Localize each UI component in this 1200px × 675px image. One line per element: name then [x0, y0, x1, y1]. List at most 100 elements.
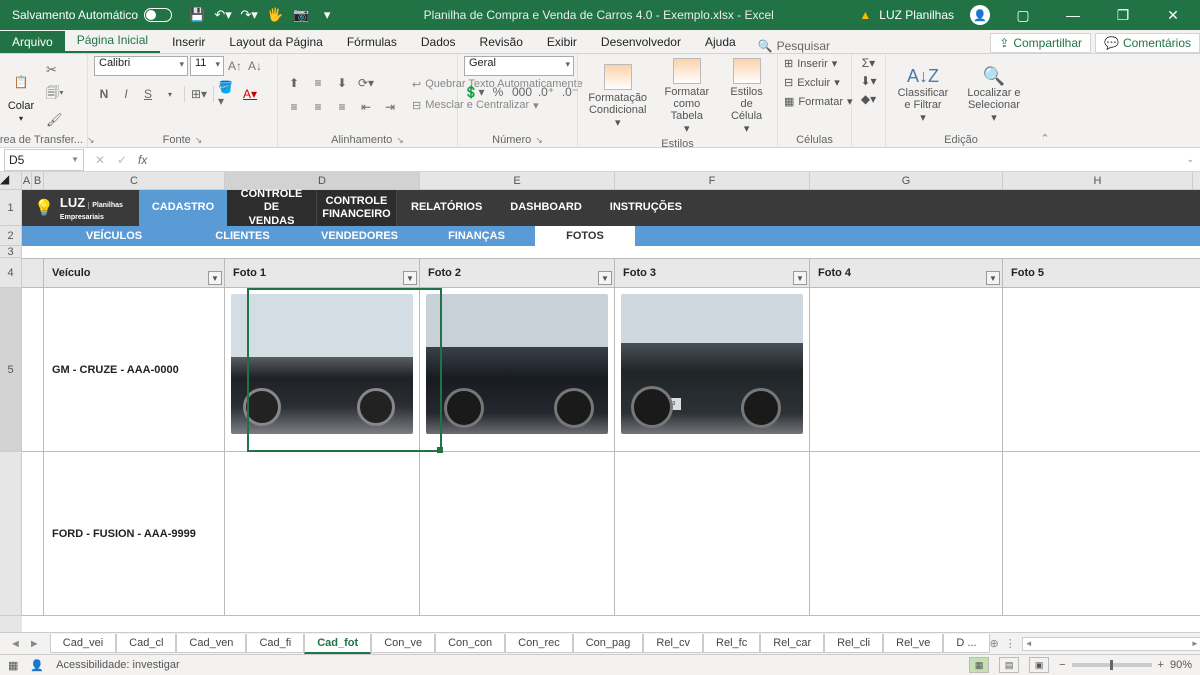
italic-button[interactable]: I — [116, 84, 136, 104]
row-5[interactable]: 5 — [0, 288, 22, 452]
nav-instrucoes[interactable]: INSTRUÇÕES — [596, 190, 696, 226]
row-2[interactable]: 2 — [0, 226, 22, 246]
font-color-icon[interactable]: A▾ — [240, 84, 260, 104]
expand-icon[interactable]: ↘ — [195, 135, 203, 146]
tab-next-icon[interactable]: ► — [29, 638, 40, 650]
underline-button[interactable]: S — [138, 84, 158, 104]
copy-icon[interactable]: 🗐▾ — [46, 84, 64, 106]
tab-data[interactable]: Dados — [409, 31, 468, 53]
decrease-decimal-icon[interactable]: .0⁻ — [560, 82, 580, 102]
avatar-icon[interactable]: 👤 — [970, 5, 990, 25]
autosave-toggle[interactable]: Salvamento Automático — [4, 8, 180, 22]
redo-icon[interactable]: ↷▾ — [238, 4, 260, 26]
row-1[interactable]: 1 — [0, 190, 22, 226]
cell-foto4[interactable] — [810, 452, 1003, 615]
filter-icon[interactable]: ▼ — [403, 271, 417, 285]
warning-icon[interactable]: ▲ — [859, 8, 871, 22]
toggle-icon[interactable] — [144, 8, 172, 22]
touch-icon[interactable]: 🖐 — [264, 4, 286, 26]
increase-decimal-icon[interactable]: .0⁺ — [536, 82, 556, 102]
sheet-tab[interactable]: Cad_fi — [246, 634, 304, 653]
decrease-font-icon[interactable]: A↓ — [246, 57, 264, 75]
cell-foto2[interactable] — [420, 452, 615, 615]
filter-icon[interactable]: ▼ — [598, 271, 612, 285]
search-box[interactable]: 🔍 Pesquisar — [758, 39, 830, 53]
decrease-indent-icon[interactable]: ⇤ — [356, 97, 376, 117]
align-left-icon[interactable]: ≡ — [284, 97, 304, 117]
macro-icon[interactable]: ▦ — [8, 659, 18, 672]
filter-icon[interactable]: ▼ — [986, 271, 1000, 285]
cancel-icon[interactable]: ✕ — [90, 153, 110, 167]
cell-foto1[interactable] — [225, 288, 420, 451]
th-foto1[interactable]: Foto 1▼ — [225, 259, 420, 287]
align-center-icon[interactable]: ≡ — [308, 97, 328, 117]
close-button[interactable]: ✕ — [1150, 0, 1196, 30]
sheet-tab[interactable]: Rel_car — [760, 634, 824, 653]
autosum-icon[interactable]: Σ▾ — [862, 56, 875, 70]
nav-cadastro[interactable]: CADASTRO — [139, 190, 227, 226]
align-top-icon[interactable]: ⬆ — [284, 73, 304, 93]
normal-view-icon[interactable]: ▦ — [969, 657, 989, 673]
share-button[interactable]: ⇪Compartilhar — [990, 33, 1091, 53]
th-foto3[interactable]: Foto 3▼ — [615, 259, 810, 287]
maximize-button[interactable]: ❐ — [1100, 0, 1146, 30]
filter-icon[interactable]: ▼ — [208, 271, 222, 285]
qat-dropdown-icon[interactable]: ▾ — [316, 4, 338, 26]
conditional-format-button[interactable]: Formatação Condicional ▾ — [584, 62, 651, 131]
cell-vehicle[interactable]: FORD - FUSION - AAA-9999 — [44, 452, 225, 615]
nav-financeiro[interactable]: CONTROLE FINANCEIRO — [317, 190, 397, 226]
accessibility-icon[interactable]: 👤 — [30, 659, 44, 672]
format-cells-button[interactable]: ▦Formatar ▾ — [784, 94, 853, 109]
tab-developer[interactable]: Desenvolvedor — [589, 31, 693, 53]
sheet-tab[interactable]: Con_ve — [371, 634, 435, 653]
cell-foto5[interactable] — [1003, 452, 1196, 615]
filter-icon[interactable]: ▼ — [793, 271, 807, 285]
orientation-icon[interactable]: ⟳▾ — [356, 73, 376, 93]
zoom-control[interactable]: − + 90% — [1059, 659, 1192, 671]
zoom-in-icon[interactable]: + — [1158, 659, 1164, 671]
tab-layout[interactable]: Layout da Página — [217, 31, 334, 53]
col-d[interactable]: D — [225, 172, 420, 189]
camera-icon[interactable]: 📷 — [290, 4, 312, 26]
th-foto4[interactable]: Foto 4▼ — [810, 259, 1003, 287]
format-table-button[interactable]: Formatar como Tabela ▾ — [655, 56, 718, 137]
align-bottom-icon[interactable]: ⬇ — [332, 73, 352, 93]
subnav-vendedores[interactable]: VENDEDORES — [301, 226, 418, 246]
fill-color-icon[interactable]: 🪣▾ — [218, 84, 238, 104]
page-break-icon[interactable]: ▣ — [1029, 657, 1049, 673]
number-format-select[interactable]: Geral — [464, 56, 574, 76]
page-layout-icon[interactable]: ▤ — [999, 657, 1019, 673]
sheet-tab[interactable]: Cad_vei — [50, 634, 116, 653]
tab-view[interactable]: Exibir — [535, 31, 589, 53]
bold-button[interactable]: N — [94, 84, 114, 104]
delete-cells-button[interactable]: ⊟Excluir ▾ — [784, 75, 840, 90]
find-select-button[interactable]: 🔍Localizar e Selecionar ▾ — [958, 66, 1030, 124]
increase-indent-icon[interactable]: ⇥ — [380, 97, 400, 117]
tab-prev-icon[interactable]: ◄ — [10, 638, 21, 650]
col-e[interactable]: E — [420, 172, 615, 189]
subnav-clientes[interactable]: CLIENTES — [184, 226, 301, 246]
percent-icon[interactable]: % — [488, 82, 508, 102]
expand-icon[interactable]: ↘ — [535, 135, 543, 146]
cell-foto3[interactable] — [615, 452, 810, 615]
subnav-financas[interactable]: FINANÇAS — [418, 226, 535, 246]
sheet-tab[interactable]: Rel_cli — [824, 634, 883, 653]
cell-foto1[interactable] — [225, 452, 420, 615]
align-middle-icon[interactable]: ≡ — [308, 73, 328, 93]
tab-insert[interactable]: Inserir — [160, 31, 217, 53]
increase-font-icon[interactable]: A↑ — [226, 57, 244, 75]
zoom-level[interactable]: 90% — [1170, 659, 1192, 671]
fx-icon[interactable]: fx — [138, 153, 147, 167]
sheet-tab-active[interactable]: Cad_fot — [304, 634, 371, 654]
account-label[interactable]: LUZ Planilhas — [879, 8, 954, 22]
cell-foto5[interactable] — [1003, 288, 1196, 451]
font-size-select[interactable]: 11 — [190, 56, 224, 76]
name-box[interactable]: D5▼ — [4, 149, 84, 171]
sheet-tab[interactable]: Cad_cl — [116, 634, 176, 653]
tab-help[interactable]: Ajuda — [693, 31, 748, 53]
sheet-tab[interactable]: Con_con — [435, 634, 505, 653]
cell-vehicle[interactable]: GM - CRUZE - AAA-0000 — [44, 288, 225, 451]
select-all-icon[interactable]: ◢ — [0, 172, 22, 189]
th-veiculo[interactable]: Veículo▼ — [44, 259, 225, 287]
col-a[interactable]: A — [22, 172, 32, 189]
